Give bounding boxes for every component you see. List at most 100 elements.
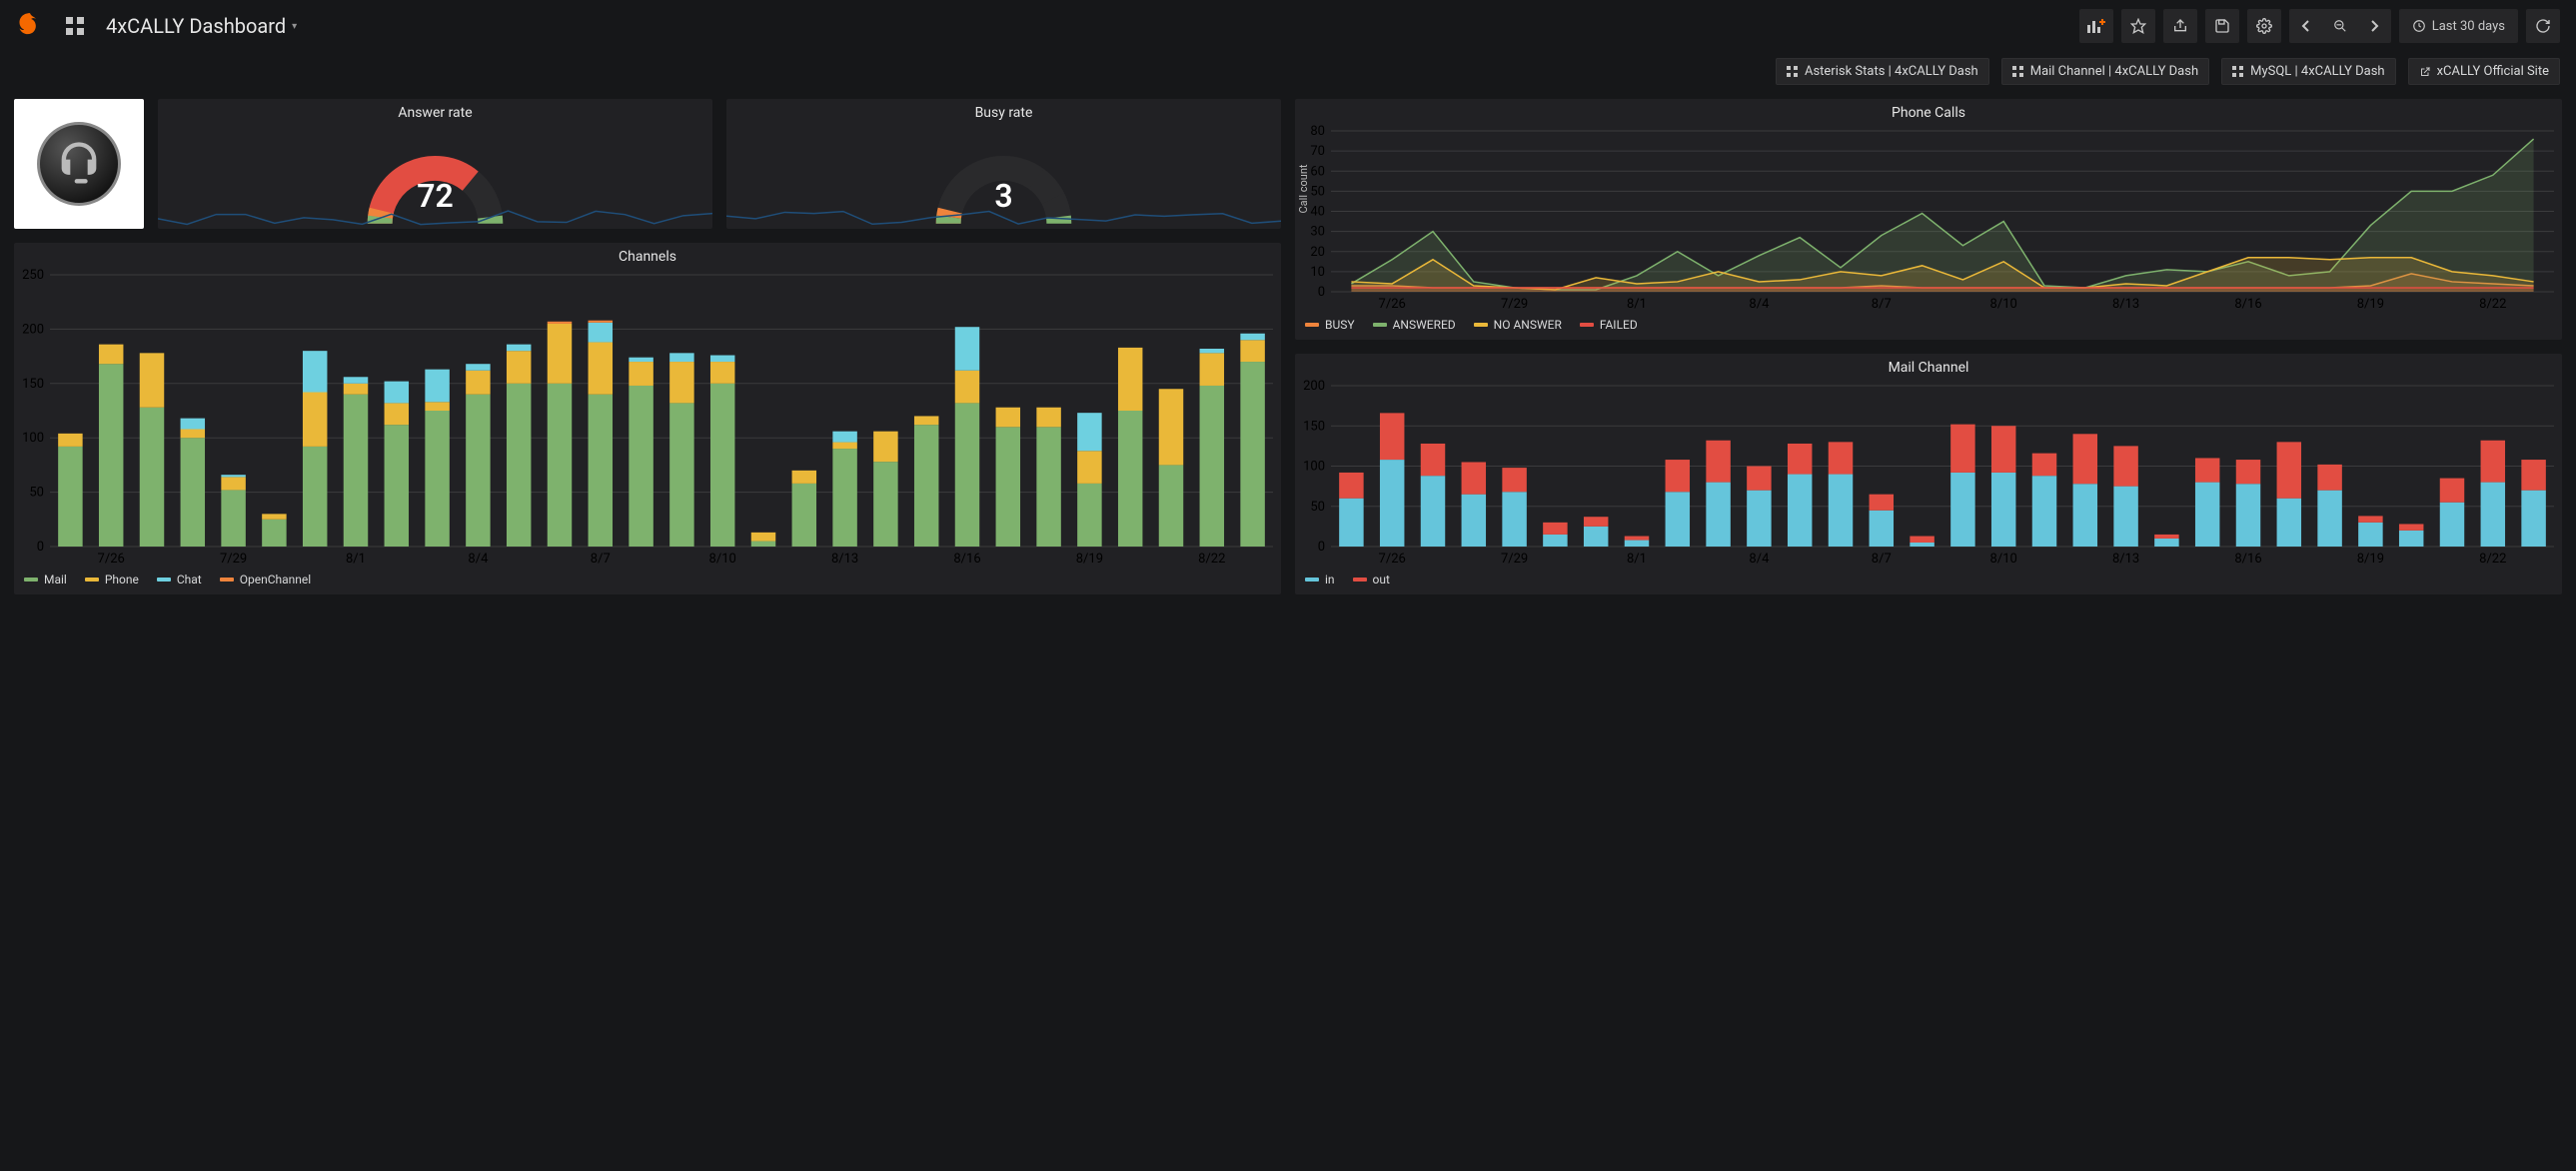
share-button[interactable] <box>2163 9 2197 43</box>
chevron-down-icon: ▾ <box>292 21 297 32</box>
svg-text:40: 40 <box>1310 205 1325 220</box>
svg-text:50: 50 <box>29 486 44 501</box>
svg-text:8/4: 8/4 <box>1749 552 1770 567</box>
settings-button[interactable] <box>2247 9 2281 43</box>
svg-text:250: 250 <box>22 269 44 283</box>
svg-text:8/19: 8/19 <box>1076 552 1103 567</box>
svg-text:8/13: 8/13 <box>2112 552 2139 567</box>
panel-title: Answer rate <box>158 99 712 125</box>
svg-text:8/22: 8/22 <box>2479 552 2506 567</box>
link-mail-channel[interactable]: Mail Channel | 4xCALLY Dash <box>2001 58 2209 85</box>
dashboard-title[interactable]: 4xCALLY Dashboard ▾ <box>106 14 297 38</box>
svg-text:8/10: 8/10 <box>1990 297 2017 312</box>
link-label: xCALLY Official Site <box>2437 64 2549 79</box>
svg-text:8/13: 8/13 <box>831 552 858 567</box>
svg-text:20: 20 <box>1310 245 1325 260</box>
svg-text:60: 60 <box>1310 164 1325 179</box>
phone-calls-legend: BUSY ANSWERED NO ANSWER FAILED <box>1295 314 2562 340</box>
svg-text:8/10: 8/10 <box>709 552 736 567</box>
svg-text:8/1: 8/1 <box>346 552 366 567</box>
svg-text:30: 30 <box>1310 225 1325 240</box>
svg-text:0: 0 <box>1318 285 1325 300</box>
legend-item-busy[interactable]: BUSY <box>1305 318 1355 332</box>
svg-text:8/19: 8/19 <box>2357 297 2384 312</box>
svg-text:8/7: 8/7 <box>1872 297 1892 312</box>
link-asterisk-stats[interactable]: Asterisk Stats | 4xCALLY Dash <box>1776 58 1989 85</box>
dashboards-menu-icon[interactable] <box>58 9 92 43</box>
legend-item-in[interactable]: in <box>1305 573 1335 586</box>
link-mysql[interactable]: MySQL | 4xCALLY Dash <box>2221 58 2395 85</box>
svg-text:200: 200 <box>1303 380 1325 394</box>
svg-text:8/4: 8/4 <box>468 552 489 567</box>
svg-text:7/26: 7/26 <box>1379 552 1406 567</box>
svg-text:50: 50 <box>1310 184 1325 199</box>
svg-text:8/1: 8/1 <box>1627 297 1647 312</box>
add-panel-button[interactable] <box>2079 9 2113 43</box>
svg-text:150: 150 <box>22 377 44 392</box>
zoom-out-button[interactable] <box>2323 9 2357 43</box>
link-official-site[interactable]: xCALLY Official Site <box>2408 58 2560 85</box>
panel-mail-channel[interactable]: Mail Channel 0501001502007/267/298/18/48… <box>1295 354 2562 594</box>
svg-text:70: 70 <box>1310 144 1325 159</box>
link-label: MySQL | 4xCALLY Dash <box>2250 64 2384 79</box>
panel-busy-rate[interactable]: Busy rate 3 <box>726 99 1281 229</box>
headset-icon <box>53 138 105 190</box>
svg-text:50: 50 <box>1310 500 1325 515</box>
svg-text:7/26: 7/26 <box>98 552 125 567</box>
panel-phone-calls[interactable]: Phone Calls Call count 0 10 20 30 40 50 60 70 80… <box>1295 99 2562 340</box>
svg-text:10: 10 <box>1310 265 1325 280</box>
svg-text:8/4: 8/4 <box>1749 297 1770 312</box>
svg-text:8/22: 8/22 <box>2479 297 2506 312</box>
panel-title: Busy rate <box>726 99 1281 125</box>
svg-text:8/7: 8/7 <box>591 552 611 567</box>
save-button[interactable] <box>2205 9 2239 43</box>
svg-text:7/29: 7/29 <box>1501 297 1528 312</box>
top-navbar: 4xCALLY Dashboard ▾ Last 30 days <box>0 0 2576 52</box>
star-button[interactable] <box>2121 9 2155 43</box>
mail-legend: in out <box>1295 569 2562 594</box>
svg-text:8/16: 8/16 <box>2234 297 2261 312</box>
legend-item-mail[interactable]: Mail <box>24 573 67 586</box>
svg-text:8/13: 8/13 <box>2112 297 2139 312</box>
link-label: Mail Channel | 4xCALLY Dash <box>2030 64 2198 79</box>
panel-title: Channels <box>14 243 1281 269</box>
legend-item-chat[interactable]: Chat <box>157 573 202 586</box>
link-label: Asterisk Stats | 4xCALLY Dash <box>1805 64 1978 79</box>
svg-text:8/16: 8/16 <box>953 552 980 567</box>
panel-title: Mail Channel <box>1295 354 2562 380</box>
time-picker[interactable]: Last 30 days <box>2399 9 2518 43</box>
legend-item-phone[interactable]: Phone <box>85 573 139 586</box>
refresh-button[interactable] <box>2526 9 2560 43</box>
logo-panel <box>14 99 144 229</box>
svg-text:8/10: 8/10 <box>1990 552 2017 567</box>
dashboard-links-row: Asterisk Stats | 4xCALLY Dash Mail Chann… <box>0 52 2576 99</box>
panel-channels[interactable]: Channels 0501001502002507/267/298/18/48/… <box>14 243 1281 594</box>
dashboard-title-text: 4xCALLY Dashboard <box>106 14 286 38</box>
svg-text:7/29: 7/29 <box>220 552 247 567</box>
legend-item-failed[interactable]: FAILED <box>1580 318 1638 332</box>
svg-text:7/26: 7/26 <box>1379 297 1406 312</box>
svg-text:100: 100 <box>1303 460 1325 475</box>
svg-text:8/1: 8/1 <box>1627 552 1647 567</box>
svg-text:8/7: 8/7 <box>1872 552 1892 567</box>
legend-item-out[interactable]: out <box>1353 573 1390 586</box>
time-back-button[interactable] <box>2289 9 2323 43</box>
y-axis-label: Call count <box>1297 164 1310 213</box>
svg-text:8/19: 8/19 <box>2357 552 2384 567</box>
svg-text:0: 0 <box>37 540 44 555</box>
legend-item-answered[interactable]: ANSWERED <box>1373 318 1456 332</box>
panel-answer-rate[interactable]: Answer rate 72 <box>158 99 712 229</box>
svg-text:8/16: 8/16 <box>2234 552 2261 567</box>
legend-item-noanswer[interactable]: NO ANSWER <box>1474 318 1562 332</box>
svg-text:100: 100 <box>22 431 44 446</box>
svg-text:0: 0 <box>1318 540 1325 555</box>
panel-title: Phone Calls <box>1295 99 2562 125</box>
time-forward-button[interactable] <box>2357 9 2391 43</box>
grafana-logo[interactable] <box>16 12 44 40</box>
channels-legend: Mail Phone Chat OpenChannel <box>14 569 1281 594</box>
dashboard-grid: Answer rate 72 Busy rate 3 Channels 0 50 1… <box>0 99 2576 622</box>
left-column: Answer rate 72 Busy rate 3 Channels 0 50 1… <box>14 99 1281 594</box>
legend-item-openchannel[interactable]: OpenChannel <box>220 573 311 586</box>
svg-text:150: 150 <box>1303 419 1325 434</box>
svg-text:80: 80 <box>1310 125 1325 139</box>
